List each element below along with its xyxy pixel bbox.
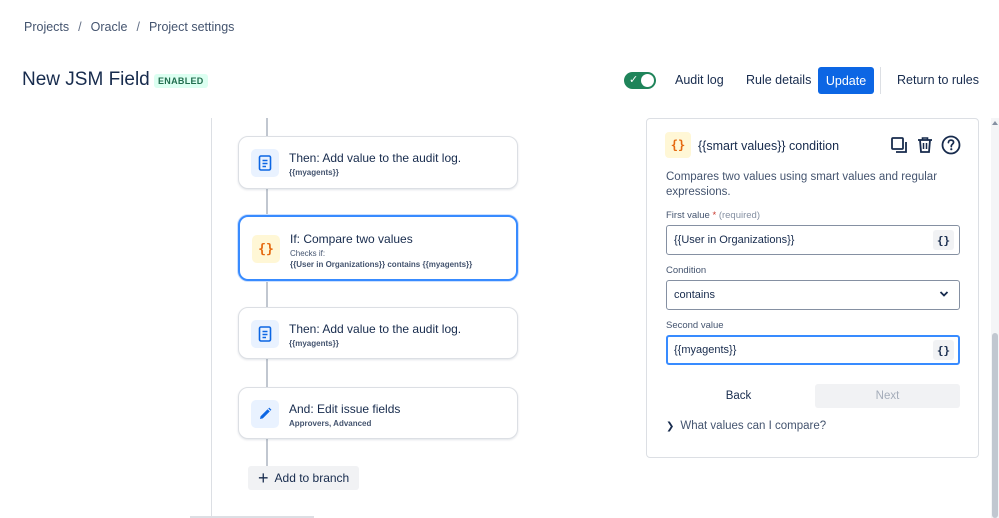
flow-step-card-selected[interactable]: {} If: Compare two values Checks if: {{U…: [238, 215, 518, 281]
chevron-down-icon: [939, 289, 949, 302]
flow-step-card[interactable]: Then: Add value to the audit log. {{myag…: [238, 307, 518, 359]
first-value-label: First value * (required): [666, 210, 760, 221]
condition-select[interactable]: contains: [666, 280, 960, 310]
pencil-icon: [251, 400, 279, 428]
audit-log-link[interactable]: Audit log: [675, 73, 724, 87]
help-icon[interactable]: [940, 134, 962, 156]
panel-title: {{smart values}} condition: [698, 139, 840, 153]
breadcrumb-separator: /: [78, 20, 82, 34]
plus-icon: +: [258, 468, 269, 488]
flow-step-card[interactable]: And: Edit issue fields Approvers, Advanc…: [238, 387, 518, 439]
flow-connector: [266, 281, 268, 307]
second-value-input[interactable]: {{myagents}} {}: [666, 335, 960, 365]
scrollbar-thumb[interactable]: [992, 333, 998, 518]
card-checks-label: Checks if:: [290, 249, 326, 258]
update-button[interactable]: Update: [818, 67, 874, 94]
flow-step-card[interactable]: Then: Add value to the audit log. {{myag…: [238, 136, 518, 189]
values-help-expander[interactable]: ❯ What values can I compare?: [666, 420, 826, 432]
copy-icon[interactable]: [888, 134, 910, 156]
document-icon: [251, 149, 279, 177]
card-title: If: Compare two values: [290, 232, 413, 246]
status-badge: ENABLED: [154, 74, 208, 88]
add-to-branch-label: Add to branch: [274, 471, 350, 485]
smart-value-picker-button[interactable]: {}: [933, 230, 954, 250]
smart-value-picker-button[interactable]: {}: [933, 340, 954, 360]
flow-connector: [266, 118, 268, 136]
flow-connector: [266, 359, 268, 387]
smart-value-icon: {}: [665, 132, 691, 158]
card-detail: {{myagents}}: [289, 339, 339, 348]
panel-toolbar: [888, 134, 962, 156]
flow-connector: [266, 189, 268, 215]
first-value-input[interactable]: {{User in Organizations}} {}: [666, 225, 960, 255]
smart-value-icon: {}: [252, 235, 280, 263]
back-button[interactable]: Back: [666, 384, 811, 408]
toggle-knob: [641, 74, 654, 87]
rule-enabled-toggle[interactable]: ✓: [624, 72, 656, 89]
chevron-right-icon: ❯: [666, 420, 675, 432]
card-detail: Approvers, Advanced: [289, 419, 372, 428]
add-to-branch-button[interactable]: + Add to branch: [248, 466, 359, 490]
card-title: Then: Add value to the audit log.: [289, 151, 462, 165]
condition-label: Condition: [666, 265, 707, 276]
breadcrumb: Projects / Oracle / Project settings: [24, 20, 234, 34]
second-value-text: {{myagents}}: [674, 344, 737, 356]
condition-config-panel: {} {{smart values}} condition Compares t…: [646, 118, 979, 458]
card-title: Then: Add value to the audit log.: [289, 322, 462, 336]
card-detail: {{myagents}}: [289, 168, 339, 177]
condition-selected-value: contains: [674, 289, 715, 301]
check-icon: ✓: [629, 74, 639, 86]
header-divider: [880, 67, 881, 94]
breadcrumb-oracle[interactable]: Oracle: [91, 20, 128, 34]
panel-description: Compares two values using smart values a…: [666, 171, 938, 198]
rule-details-link[interactable]: Rule details: [746, 73, 811, 87]
breadcrumb-project-settings[interactable]: Project settings: [149, 20, 234, 34]
first-value-text: {{User in Organizations}}: [674, 234, 795, 246]
canvas-branch-line: [211, 118, 212, 518]
flow-connector: [266, 439, 268, 466]
breadcrumb-separator: /: [136, 20, 140, 34]
return-to-rules-link[interactable]: Return to rules: [897, 73, 979, 87]
breadcrumb-projects[interactable]: Projects: [24, 20, 69, 34]
second-value-label: Second value: [666, 320, 724, 331]
document-icon: [251, 320, 279, 348]
trash-icon[interactable]: [914, 134, 936, 156]
card-title: And: Edit issue fields: [289, 402, 401, 416]
page-title: New JSM Field: [22, 69, 150, 90]
card-detail: {{User in Organizations}} contains {{mya…: [290, 260, 473, 269]
expander-label: What values can I compare?: [680, 420, 827, 432]
next-button[interactable]: Next: [815, 384, 960, 408]
scroll-up-arrow-icon[interactable]: [992, 121, 998, 125]
